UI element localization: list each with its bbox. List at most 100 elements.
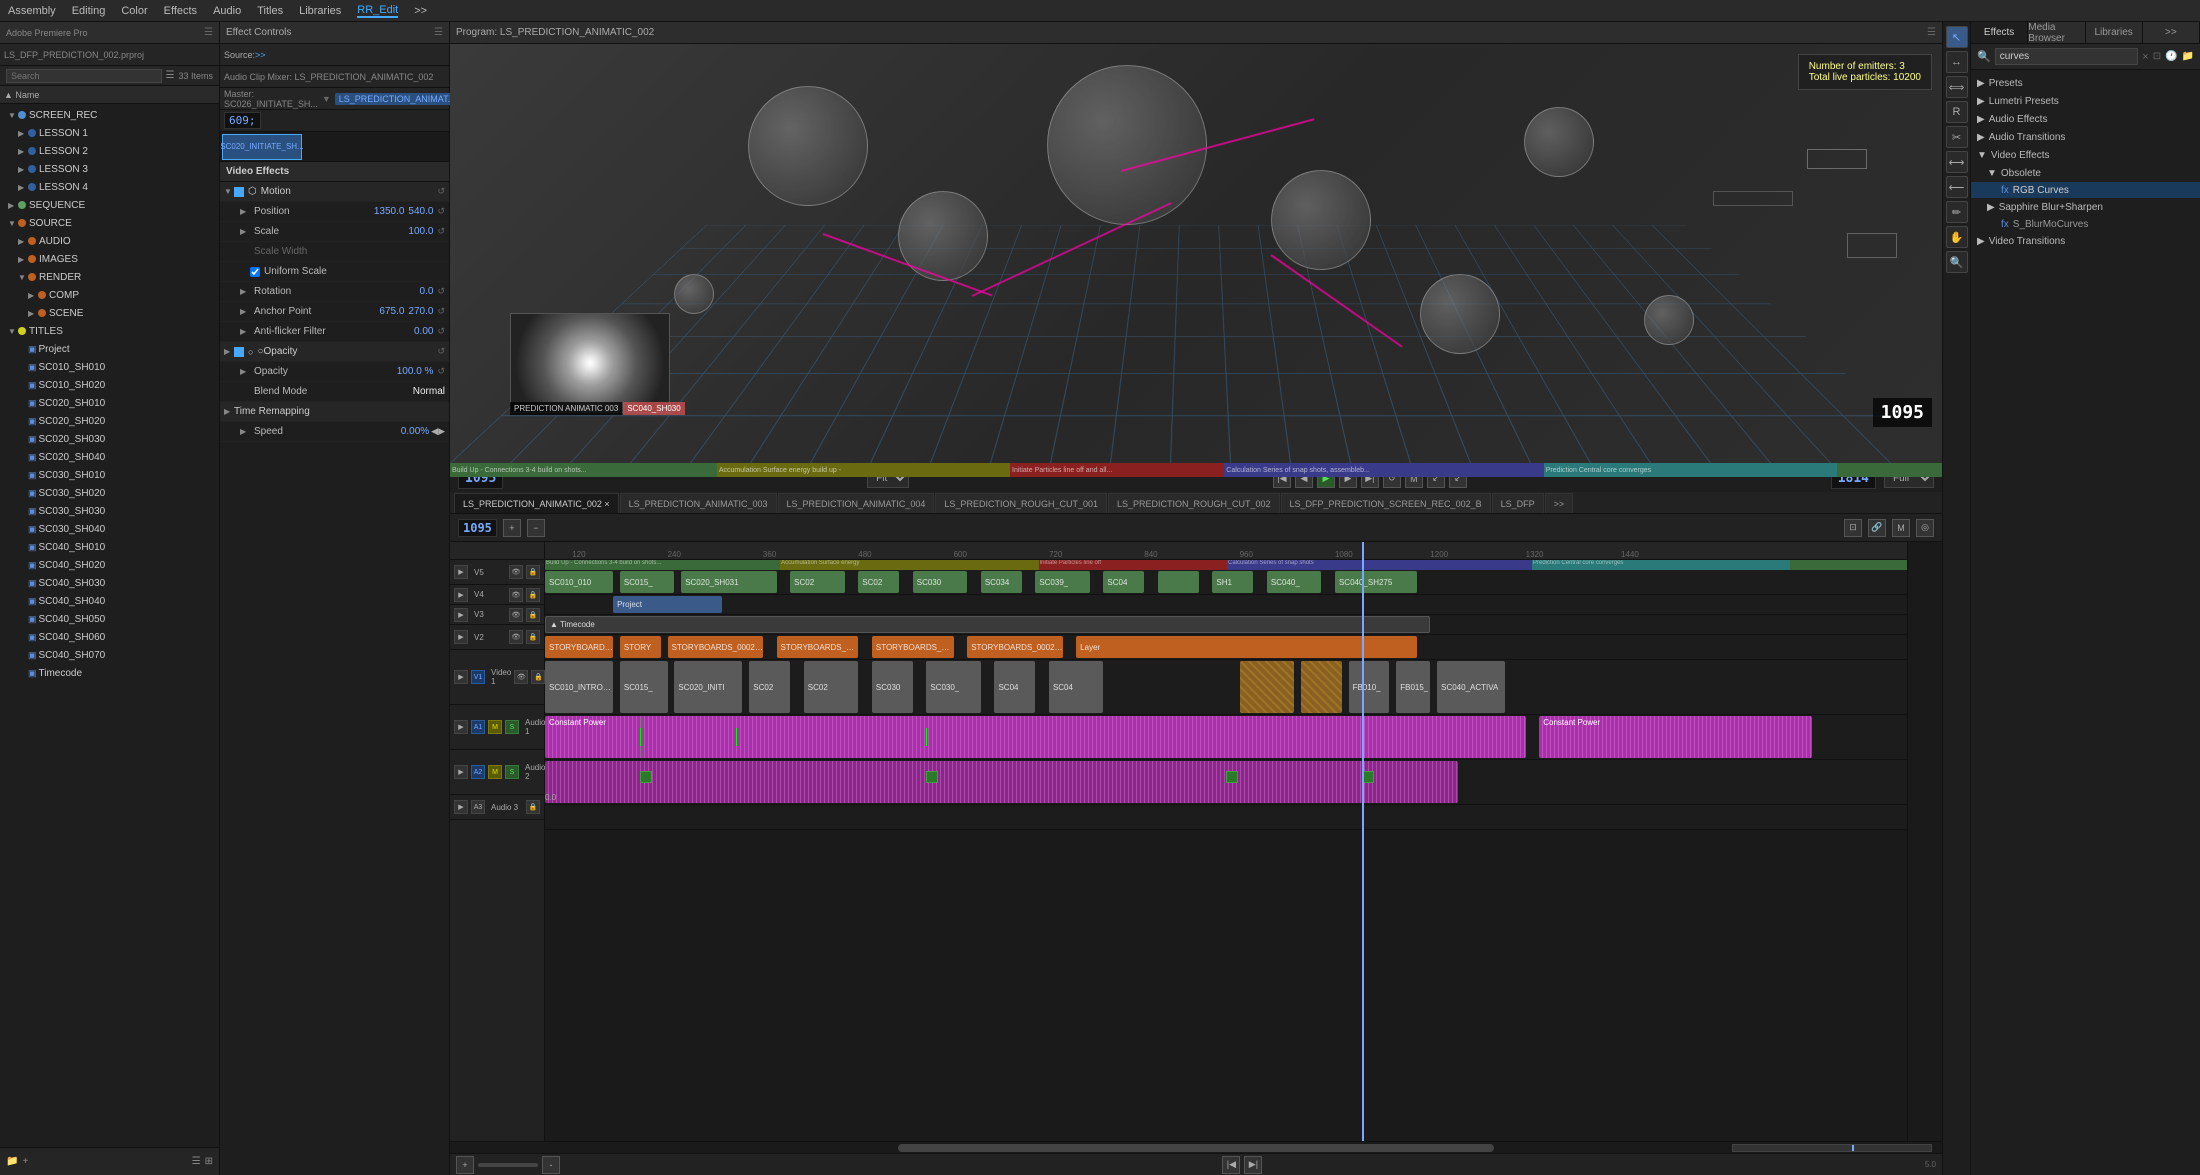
tl-target[interactable]: ◎ [1916, 519, 1934, 537]
tab-animatic-002[interactable]: LS_PREDICTION_ANIMATIC_002 × [454, 493, 619, 513]
clip-v2-layer[interactable]: Layer [1076, 636, 1417, 658]
clip-v1-fb010[interactable]: FB010_ [1349, 661, 1390, 713]
anchor-reset[interactable]: ↺ [437, 306, 445, 317]
fx-cat-audio-effects[interactable]: ▶ Audio Effects [1971, 110, 2200, 128]
tree-item-sc040-sh070[interactable]: ▣ SC040_SH070 [0, 646, 219, 664]
tree-item-sc020-sh040[interactable]: ▣ SC020_SH040 [0, 448, 219, 466]
position-y[interactable]: 540.0 [408, 206, 433, 217]
tool-slide[interactable]: ⟵ [1946, 176, 1968, 198]
clip-v2-story001[interactable]: STORYBOARDS_001_Layer 2 [872, 636, 954, 658]
tab-animatic-004[interactable]: LS_PREDICTION_ANIMATIC_004 [778, 493, 935, 513]
tree-item-scene[interactable]: ▶ SCENE [0, 304, 219, 322]
track-lane-v2[interactable]: STORYBOARDS_06 STORY STORYBOARDS_0002_La… [545, 635, 1907, 660]
menu-item-assembly[interactable]: Assembly [8, 5, 56, 17]
effects-tab-effects[interactable]: Effects [1971, 22, 2028, 43]
tree-item-comp[interactable]: ▶ COMP [0, 286, 219, 304]
track-lane-a3[interactable] [545, 805, 1907, 830]
anchor-x[interactable]: 675.0 [379, 306, 404, 317]
tree-item-timecode[interactable]: ▣ Timecode [0, 664, 219, 682]
clip-v1-sc020-initi[interactable]: SC020_INITI [674, 661, 742, 713]
tree-item-source[interactable]: ▼ SOURCE [0, 214, 219, 232]
menu-item-editing[interactable]: Editing [72, 5, 106, 17]
tree-item-sc020-sh010[interactable]: ▣ SC020_SH010 [0, 394, 219, 412]
clip-v5-sh10[interactable]: SH1 [1212, 571, 1253, 593]
opacity-val-reset[interactable]: ↺ [437, 366, 445, 377]
clip-v5-sc02b[interactable]: SC02 [858, 571, 899, 593]
fx-cat-obsolete[interactable]: ▼ Obsolete [1971, 164, 2200, 182]
a2-mute[interactable]: S [505, 765, 519, 779]
go-to-in[interactable]: |◀ [1222, 1156, 1240, 1174]
blend-mode-value[interactable]: Normal [413, 386, 445, 397]
scale-value[interactable]: 100.0 [408, 226, 433, 237]
anchor-y[interactable]: 270.0 [408, 306, 433, 317]
zoom-in[interactable]: + [456, 1156, 474, 1174]
tab-dfp[interactable]: LS_DFP [1492, 493, 1544, 513]
tl-snap[interactable]: ⊡ [1844, 519, 1862, 537]
menu-item-audio[interactable]: Audio [213, 5, 241, 17]
uniform-scale-checkbox[interactable] [250, 267, 260, 277]
fx-cat-video-transitions[interactable]: ▶ Video Transitions [1971, 232, 2200, 250]
menu-item-libraries[interactable]: Libraries [299, 5, 341, 17]
clip-v3-timecode[interactable]: ▲ Timecode [545, 616, 1430, 633]
effects-tab-media[interactable]: Media Browser [2028, 22, 2085, 43]
fx-item-rgb-curves[interactable]: fx RGB Curves [1971, 182, 2200, 198]
timeline-ruler[interactable]: 120 240 360 480 600 720 840 960 1080 120… [545, 542, 1907, 560]
a2-target[interactable]: A2 [471, 765, 485, 779]
clip-v1-gold2[interactable] [1301, 661, 1342, 713]
tool-select[interactable]: ↖ [1946, 26, 1968, 48]
tool-slip[interactable]: ⟷ [1946, 151, 1968, 173]
clip-v2-storyrads-06[interactable]: STORYBOARDS_06 [545, 636, 613, 658]
tool-razor[interactable]: ✂ [1946, 126, 1968, 148]
tree-item-sc040-sh060[interactable]: ▣ SC040_SH060 [0, 628, 219, 646]
list-icon[interactable]: ☰ [192, 1156, 201, 1167]
fx-cat-audio-transitions[interactable]: ▶ Audio Transitions [1971, 128, 2200, 146]
ec-menu-icon[interactable]: ☰ [434, 27, 443, 38]
track-lane-v3[interactable]: ▲ Timecode [545, 615, 1907, 635]
folder-icon[interactable]: 📁 [2182, 51, 2194, 62]
clip-v1-sc04e[interactable]: SC04 [994, 661, 1035, 713]
tree-item-sc040-sh030[interactable]: ▣ SC040_SH030 [0, 574, 219, 592]
speed-kf-prev[interactable]: ◀ [431, 426, 438, 437]
clip-v1-sc010-intro[interactable]: SC010_INTRO_SC [545, 661, 613, 713]
fx-cat-video-effects[interactable]: ▼ Video Effects [1971, 146, 2200, 164]
clip-v4-project[interactable]: Project [613, 596, 722, 613]
anti-flicker-reset[interactable]: ↺ [437, 326, 445, 337]
tree-item-sc030-sh020[interactable]: ▣ SC030_SH020 [0, 484, 219, 502]
tree-item-project[interactable]: ▣ Project [0, 340, 219, 358]
clip-v1-sc030b[interactable]: SC030_ [926, 661, 980, 713]
clear-search-icon[interactable]: × [2142, 51, 2148, 63]
list-view-icon[interactable]: ☰ [166, 70, 175, 81]
v4-lock[interactable]: 🔒 [526, 588, 540, 602]
v2-lock[interactable]: 🔒 [526, 630, 540, 644]
clip-v2-story003[interactable]: STORYBOARDS_003_Layer 2 [777, 636, 859, 658]
tree-item-images[interactable]: ▶ IMAGES [0, 250, 219, 268]
motion-reset[interactable]: ↺ [437, 186, 445, 197]
fx-cat-sapphire[interactable]: ▶ Sapphire Blur+Sharpen [1971, 198, 2200, 216]
tab-animatic-003[interactable]: LS_PREDICTION_ANIMATIC_003 [620, 493, 777, 513]
icon-icon[interactable]: ⊞ [205, 1156, 213, 1167]
fx-item-s-blur[interactable]: fx S_BlurMoCurves [1971, 216, 2200, 232]
clip-v1-sc02d[interactable]: SC02 [804, 661, 858, 713]
tree-item-sc030-sh030[interactable]: ▣ SC030_SH030 [0, 502, 219, 520]
rotation-value[interactable]: 0.0 [420, 286, 434, 297]
clip-v5-sc034[interactable]: SC034 [981, 571, 1022, 593]
rotation-reset[interactable]: ↺ [437, 286, 445, 297]
v1-toggle-vis[interactable]: 👁 [514, 670, 528, 684]
v5-expand[interactable]: ▶ [454, 565, 468, 579]
position-x[interactable]: 1350.0 [374, 206, 405, 217]
a1-target[interactable]: A1 [471, 720, 485, 734]
timeline-timecode[interactable]: 1095 [458, 519, 497, 537]
program-menu[interactable]: ☰ [1927, 27, 1936, 38]
clip-v2-story[interactable]: STORY [620, 636, 661, 658]
tl-add-marker[interactable]: M [1892, 519, 1910, 537]
a1-sync[interactable]: M [488, 720, 502, 734]
v1-target[interactable]: V1 [471, 670, 485, 684]
tab-screen-rec[interactable]: LS_DFP_PREDICTION_SCREEN_REC_002_B [1281, 493, 1491, 513]
v1-lock[interactable]: 🔒 [531, 670, 545, 684]
go-to-out[interactable]: ▶| [1244, 1156, 1262, 1174]
effects-tab-more[interactable]: >> [2143, 22, 2200, 43]
tool-zoom[interactable]: 🔍 [1946, 251, 1968, 273]
menu-item-titles[interactable]: Titles [257, 5, 283, 17]
a3-target[interactable]: A3 [471, 800, 485, 814]
a3-lock[interactable]: 🔒 [526, 800, 540, 814]
